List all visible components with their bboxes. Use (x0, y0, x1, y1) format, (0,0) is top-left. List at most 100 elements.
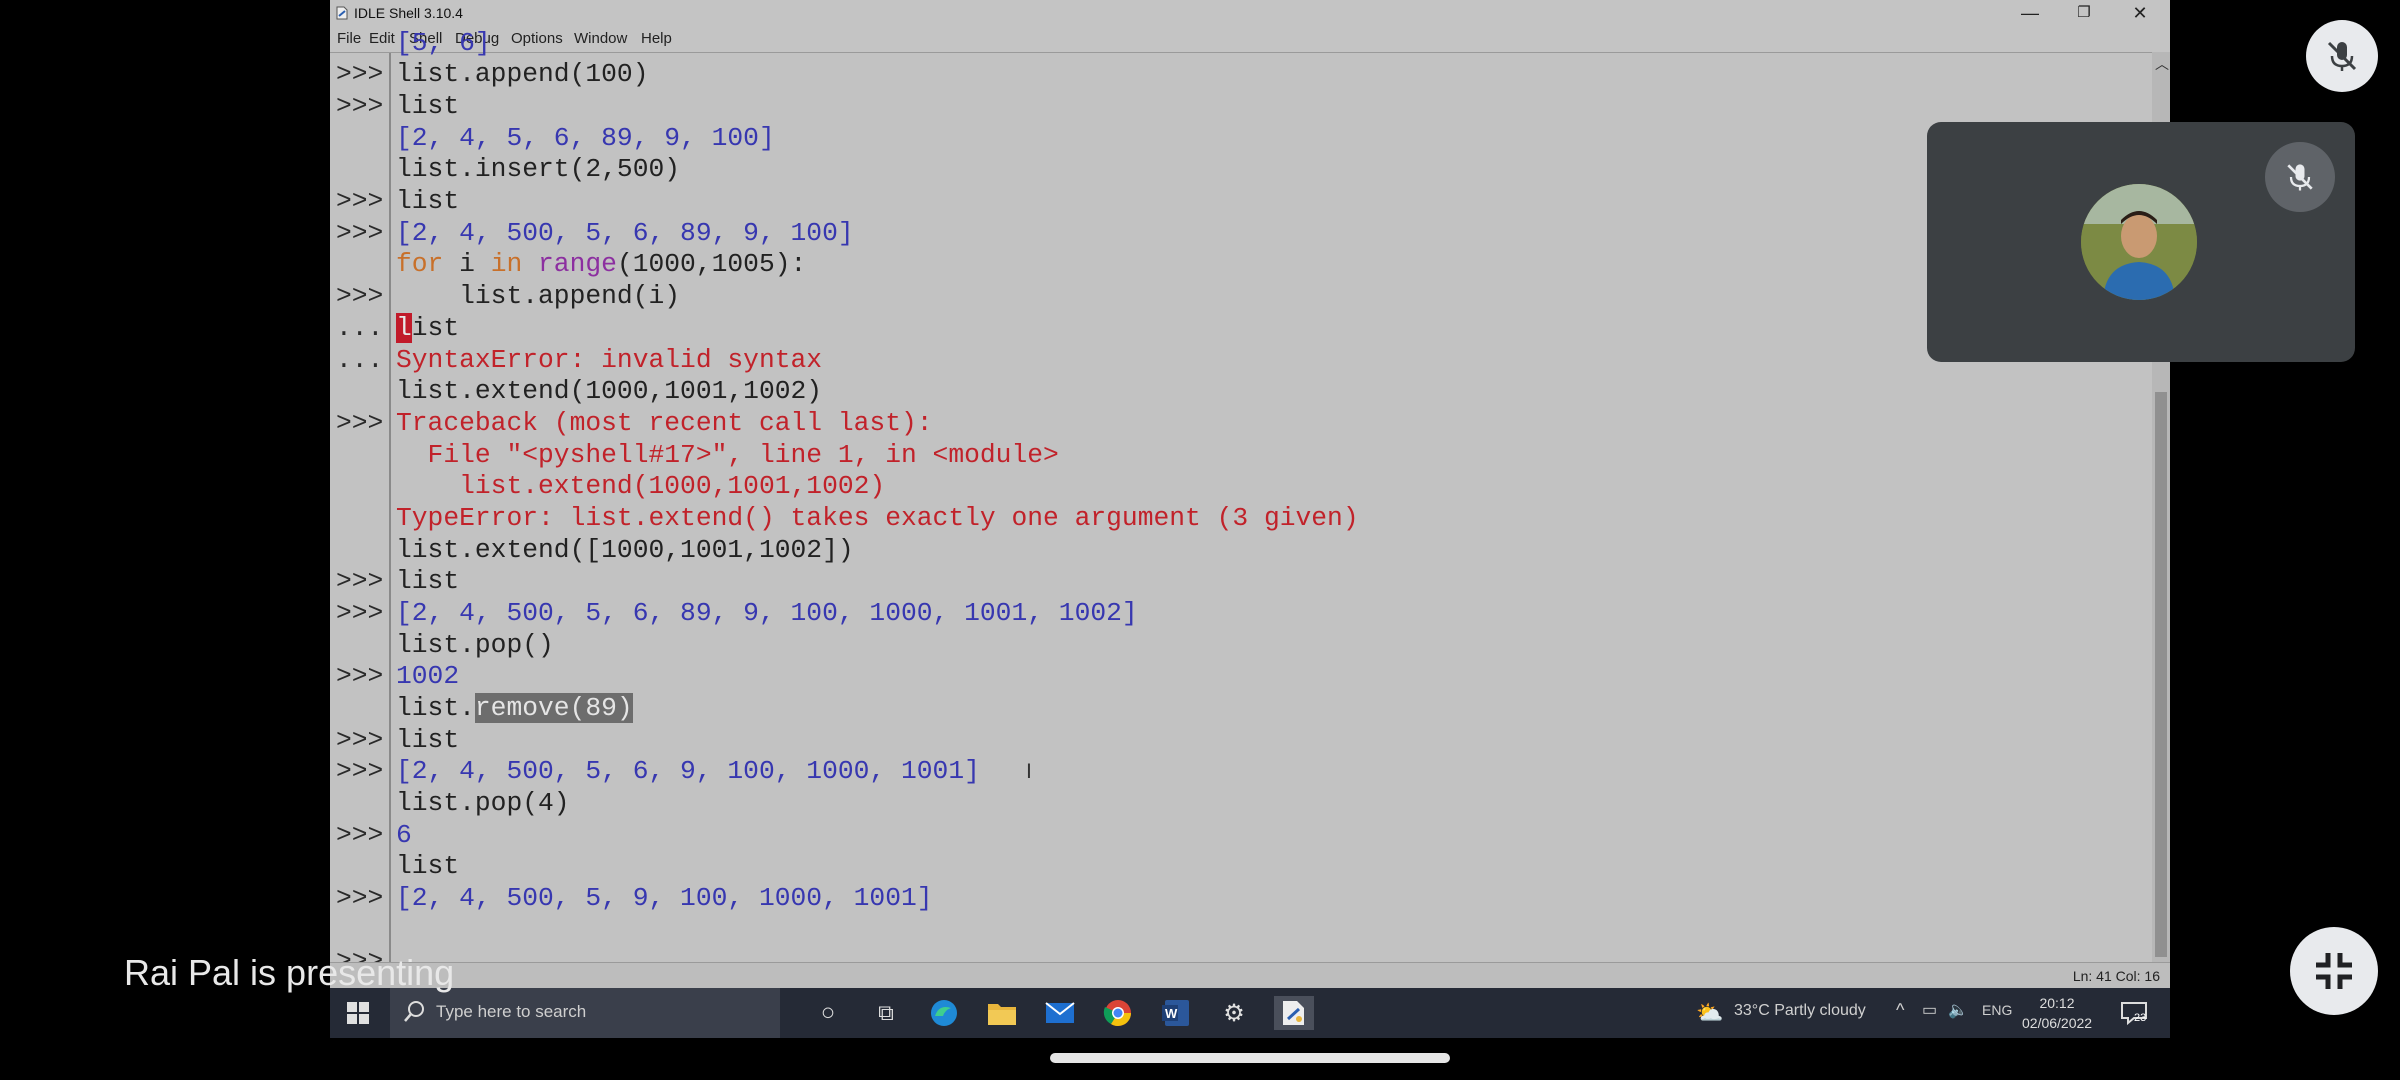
output-line: [5, 6] (396, 28, 491, 58)
error-line: TypeError: list.extend() takes exactly o… (396, 503, 1359, 533)
output-line: [2, 4, 500, 5, 6, 89, 9, 100] (396, 218, 854, 248)
language-indicator[interactable]: ENG (1982, 1002, 2012, 1018)
input-line: list.append(100) (396, 59, 649, 89)
error-line: SyntaxError: invalid syntax (396, 345, 823, 375)
code-token: (1000,1005): (616, 249, 807, 279)
prompt: >>> (336, 218, 384, 248)
menu-help[interactable]: Help (641, 30, 672, 47)
prompt: ... (336, 313, 384, 343)
prompt: >>> (336, 566, 384, 596)
participant-video-tile[interactable] (1927, 122, 2355, 362)
edge-browser-icon[interactable] (926, 996, 962, 1030)
prompt: >>> (336, 661, 384, 691)
menu-edit[interactable]: Edit (369, 30, 395, 47)
collapse-icon (2316, 953, 2352, 989)
cortana-icon[interactable]: ○ (810, 996, 846, 1030)
search-icon (404, 1001, 424, 1022)
menu-file[interactable]: File (337, 30, 361, 47)
word-icon[interactable]: W (1158, 996, 1194, 1030)
partly-cloudy-icon: ⛅ (1696, 1000, 1724, 1025)
input-line: list.remove(89) (396, 693, 633, 724)
presenting-label: Rai Pal is presenting (124, 952, 455, 993)
minimize-button[interactable]: — (2002, 0, 2058, 27)
gesture-home-bar[interactable] (1050, 1053, 1450, 1063)
notification-count: 23 (2134, 1012, 2147, 1024)
output-line: [2, 4, 500, 5, 6, 9, 100, 1000, 1001] (396, 756, 980, 786)
clock-date: 02/06/2022 (2022, 1015, 2093, 1031)
error-line: list.extend(1000,1001,1002) (396, 471, 886, 501)
output-line: 1002 (396, 661, 460, 691)
window-titlebar: IDLE Shell 3.10.4 — ❐ ✕ (330, 0, 2170, 27)
windows-start-icon[interactable] (340, 996, 376, 1030)
selected-text[interactable]: remove(89) (474, 693, 633, 723)
menu-options[interactable]: Options (511, 30, 563, 47)
maximize-button[interactable]: ❐ (2056, 0, 2112, 27)
input-line: list.insert(2,500) (396, 154, 681, 184)
menu-window[interactable]: Window (574, 30, 627, 47)
menu-bar: File Edit Shell Debug Options Window Hel… (330, 27, 2170, 52)
task-view-icon[interactable]: ⧉ (868, 996, 904, 1030)
error-line: File "<pyshell#17>", line 1, in <module> (396, 440, 1059, 470)
status-bar: Ln: 41 Col: 16 (330, 962, 2170, 989)
close-button[interactable]: ✕ (2112, 0, 2168, 27)
scrollbar-thumb[interactable] (2155, 392, 2167, 957)
mic-off-icon (2287, 164, 2313, 191)
taskbar-search-box[interactable]: Type here to search (390, 988, 780, 1038)
input-line: list.extend(1000,1001,1002) (396, 376, 823, 406)
cursor-position: Ln: 41 Col: 16 (2072, 968, 2160, 984)
notifications-icon[interactable]: 23 (2116, 996, 2152, 1030)
prompt: >>> (336, 756, 384, 786)
prompt: >>> (336, 820, 384, 850)
mic-off-icon (2327, 41, 2357, 71)
prompt-gutter: >>> >>> >>> >>> >>> ... ... >>> >>> >>> … (330, 53, 391, 976)
prompt: >>> (336, 91, 384, 121)
prompt: >>> (336, 59, 384, 89)
output-line: [2, 4, 500, 5, 9, 100, 1000, 1001] (396, 883, 933, 913)
input-line: list (396, 566, 460, 596)
input-line: list (396, 186, 460, 216)
idle-app-icon (336, 6, 348, 20)
prompt: >>> (336, 598, 384, 628)
chrome-icon[interactable] (1100, 996, 1136, 1030)
input-line: list (396, 313, 459, 344)
network-icon[interactable]: ▭ (1922, 1000, 1937, 1020)
error-marker: l (396, 313, 412, 343)
settings-gear-icon[interactable]: ⚙ (1216, 996, 1252, 1030)
file-explorer-icon[interactable] (984, 996, 1020, 1030)
mail-icon[interactable] (1042, 996, 1078, 1030)
exit-fullscreen-button[interactable] (2290, 927, 2378, 1015)
weather-text[interactable]: 33°C Partly cloudy (1734, 1002, 1866, 1020)
remote-desktop-screen: IDLE Shell 3.10.4 — ❐ ✕ File Edit Shell … (330, 0, 2170, 1038)
output-line: [2, 4, 500, 5, 6, 89, 9, 100, 1000, 1001… (396, 598, 1138, 628)
clock-time: 20:12 (2039, 995, 2075, 1011)
input-line: list (396, 91, 460, 121)
svg-text:W: W (1165, 1006, 1178, 1021)
input-line: list.pop() (396, 630, 554, 660)
output-line: [2, 4, 5, 6, 89, 9, 100] (396, 123, 775, 153)
taskbar-clock[interactable]: 20:12 02/06/2022 (2022, 993, 2092, 1033)
participant-avatar (2081, 184, 2197, 300)
prompt: >>> (336, 186, 384, 216)
prompt: ... (336, 345, 384, 375)
input-line: list.extend([1000,1001,1002]) (396, 535, 854, 565)
input-line: list.append(i) (396, 281, 681, 311)
input-line: list (396, 851, 460, 881)
chevron-up-icon[interactable]: ^ (1896, 1000, 1904, 1021)
builtin-range: range (538, 249, 617, 279)
code-token: ist (411, 313, 460, 343)
shell-text-area[interactable]: >>> >>> >>> >>> >>> ... ... >>> >>> >>> … (330, 28, 2152, 976)
window-title: IDLE Shell 3.10.4 (354, 5, 463, 21)
chevron-up-icon[interactable]: ︿ (2155, 54, 2169, 74)
input-line: list (396, 725, 460, 755)
idle-taskbar-icon[interactable] (1274, 996, 1314, 1030)
prompt: >>> (336, 281, 384, 311)
text-cursor-icon: Ⅰ (1026, 761, 1032, 783)
code-token: i (443, 249, 491, 279)
keyword-for: for (396, 249, 444, 279)
output-line: 6 (396, 820, 412, 850)
speaker-icon[interactable]: 🔈 (1948, 1000, 1968, 1020)
input-line: list.pop(4) (396, 788, 570, 818)
windows-taskbar: Type here to search ○ ⧉ W ⚙ ⛅ 33°C Partl… (330, 988, 2170, 1038)
mic-muted-button[interactable] (2306, 20, 2378, 92)
